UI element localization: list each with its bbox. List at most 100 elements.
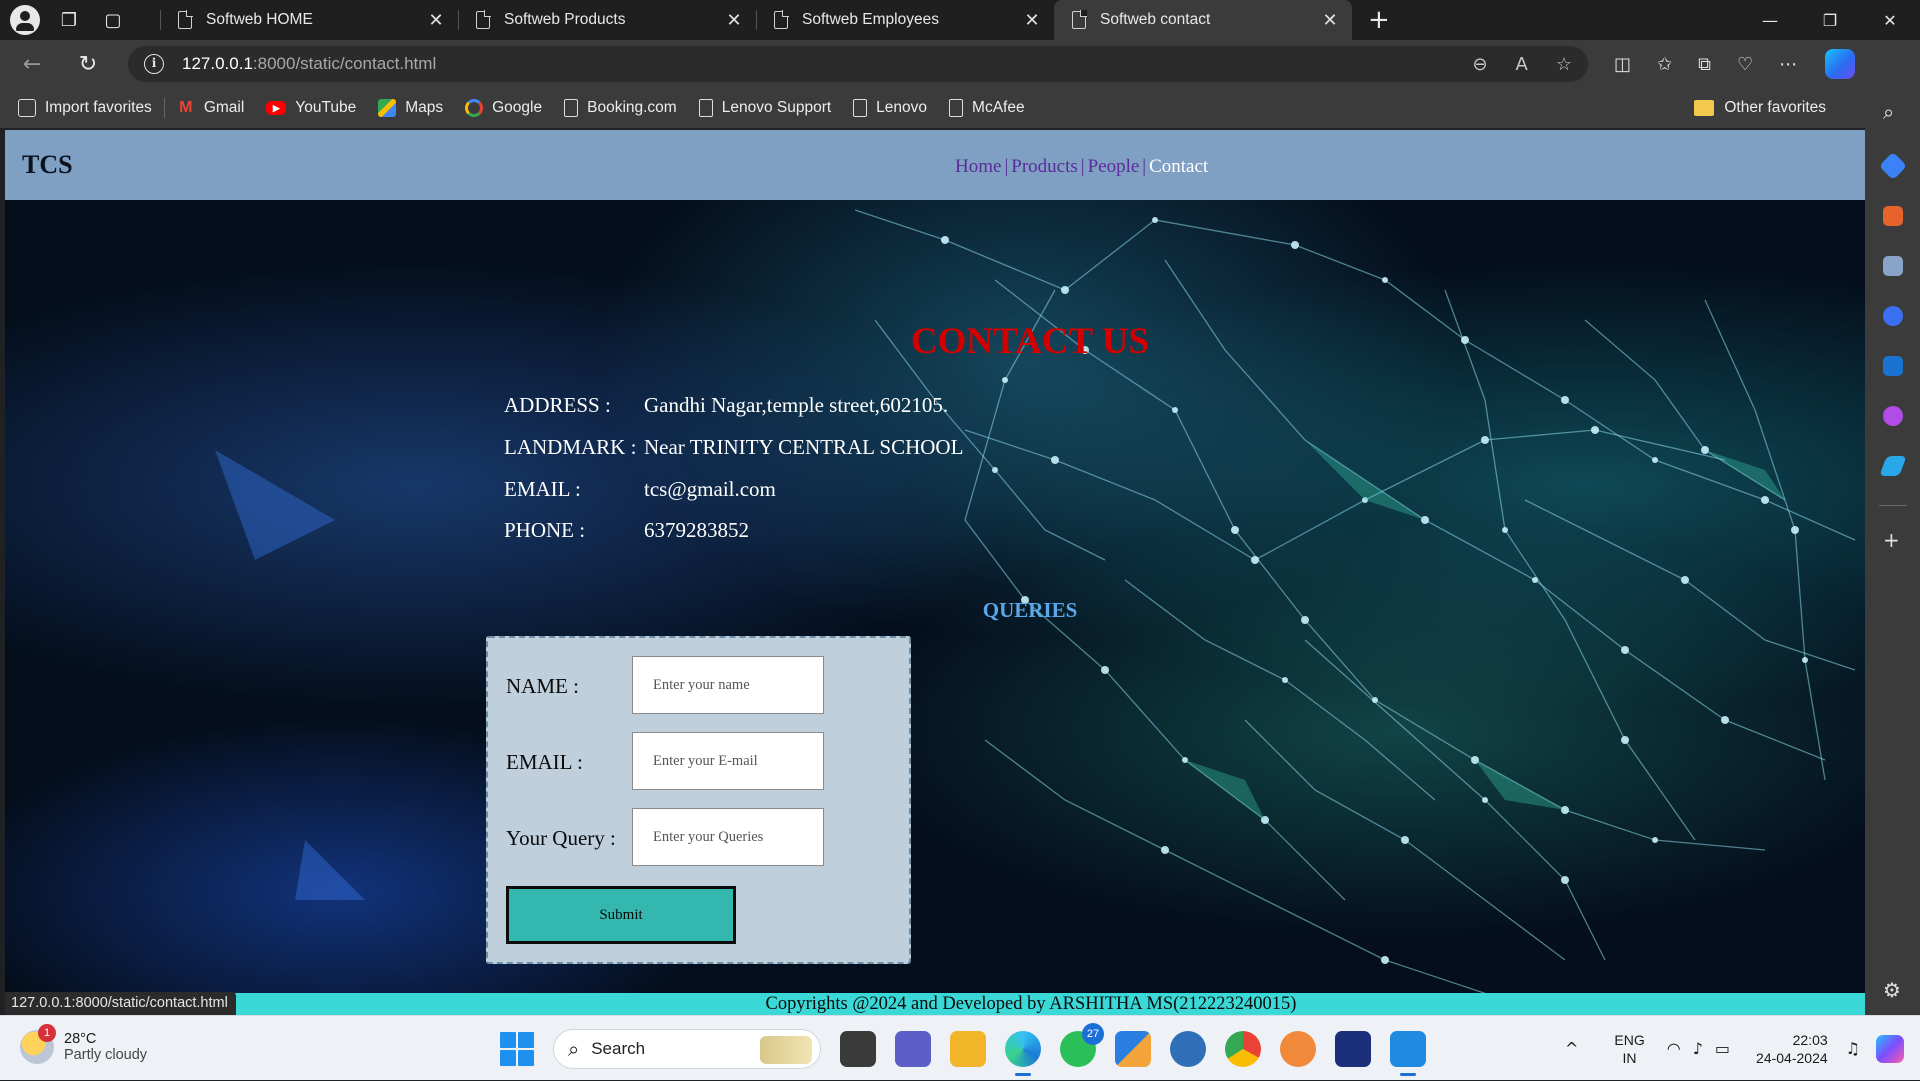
microsoft-store-icon[interactable] xyxy=(1115,1031,1151,1067)
email-label: EMAIL : xyxy=(506,750,583,774)
name-input[interactable] xyxy=(632,656,824,714)
favorite-youtube[interactable]: ▶ YouTube xyxy=(266,99,356,117)
browser-toolbar: ◫ ✩ ⧉ ♡ ⋯ xyxy=(1614,54,1797,75)
email-input[interactable] xyxy=(632,732,824,790)
favorite-lenovo[interactable]: Lenovo xyxy=(853,99,927,117)
sidebar-divider xyxy=(1879,505,1907,506)
tab-softweb-contact[interactable]: Softweb contact ✕ xyxy=(1054,0,1352,40)
site-logo[interactable]: TCS xyxy=(22,150,73,180)
tab-softweb-employees[interactable]: Softweb Employees ✕ xyxy=(756,0,1054,40)
close-tab-icon[interactable]: ✕ xyxy=(1022,10,1042,31)
new-tab-button[interactable]: + xyxy=(1368,5,1390,35)
add-sidebar-app-icon[interactable]: + xyxy=(1883,528,1900,552)
globe-app-icon[interactable] xyxy=(1170,1031,1206,1067)
workspaces-icon[interactable]: ❐ xyxy=(54,5,84,35)
close-window-icon[interactable]: ✕ xyxy=(1860,0,1920,40)
split-screen-icon[interactable]: ◫ xyxy=(1614,54,1631,75)
close-tab-icon[interactable]: ✕ xyxy=(724,10,744,31)
close-tab-icon[interactable]: ✕ xyxy=(1320,10,1340,31)
other-favorites[interactable]: Other favorites xyxy=(1694,88,1826,128)
clock[interactable]: 22:03 24-04-2024 xyxy=(1756,1031,1828,1067)
back-arrow-icon[interactable]: ← xyxy=(14,46,50,82)
tab-title: Softweb Products xyxy=(504,11,626,28)
gmail-icon: M xyxy=(179,99,193,116)
collections-icon[interactable]: ⧉ xyxy=(1698,54,1711,75)
teams-icon[interactable] xyxy=(895,1031,931,1067)
favorite-gmail[interactable]: M Gmail xyxy=(177,99,244,117)
favorite-maps[interactable]: Maps xyxy=(378,99,443,117)
edge-icon[interactable] xyxy=(1005,1031,1041,1076)
info-phone: PHONE : 6379283852 xyxy=(504,518,749,543)
vertical-tabs-icon[interactable]: ▢ xyxy=(98,5,128,35)
tab-softweb-home[interactable]: Softweb HOME ✕ xyxy=(160,0,458,40)
page-icon xyxy=(949,99,964,117)
profile-avatar-icon[interactable] xyxy=(10,5,40,35)
browser-essentials-icon[interactable]: ♡ xyxy=(1737,54,1753,75)
url-input[interactable]: i 127.0.0.1:8000/static/contact.html ⊖ A… xyxy=(128,46,1588,82)
copilot-preview-icon[interactable] xyxy=(1876,1034,1904,1063)
zoom-icon[interactable]: ⊖ xyxy=(1472,54,1487,75)
favorite-booking[interactable]: Booking.com xyxy=(564,99,677,117)
microsoft-365-icon[interactable] xyxy=(1883,306,1903,326)
page-icon xyxy=(178,10,193,29)
outlook-icon[interactable] xyxy=(1883,356,1903,376)
favorite-label: Booking.com xyxy=(587,99,677,116)
site-info-icon[interactable]: i xyxy=(144,54,164,74)
favorite-star-icon[interactable]: ☆ xyxy=(1556,54,1572,75)
nav-link-contact[interactable]: Contact xyxy=(1149,156,1208,177)
sidebar-settings-icon[interactable]: ⚙ xyxy=(1883,978,1901,1002)
favorite-label: Maps xyxy=(405,99,444,116)
weather-description: Partly cloudy xyxy=(64,1047,148,1063)
url-host: 127.0.0.1 xyxy=(182,54,253,73)
edge-sidebar: ⌕ + ⚙ xyxy=(1865,88,1920,1015)
language-indicator[interactable]: ENG IN xyxy=(1614,1031,1644,1067)
reload-icon[interactable]: ↻ xyxy=(70,46,106,82)
favorites-bar: Import favorites M Gmail ▶ YouTube Maps Go… xyxy=(0,88,1920,128)
nav-link-home[interactable]: Home xyxy=(955,156,1001,177)
quick-settings[interactable]: ◠ ♪ ▭ xyxy=(1667,1039,1730,1058)
more-menu-icon[interactable]: ⋯ xyxy=(1779,54,1797,75)
favorite-mcafee[interactable]: McAfee xyxy=(949,99,1025,117)
sidebar-search-icon[interactable]: ⌕ xyxy=(1883,100,1894,124)
file-explorer-icon[interactable] xyxy=(950,1031,986,1067)
info-value: tcs@gmail.com xyxy=(644,477,776,501)
restore-icon[interactable]: ❐ xyxy=(1800,0,1860,40)
chevron-up-icon[interactable]: ^ xyxy=(1565,1039,1578,1058)
task-view-icon[interactable] xyxy=(840,1031,876,1067)
minimize-icon[interactable]: — xyxy=(1740,0,1800,40)
youtube-icon: ▶ xyxy=(266,101,287,115)
nav-link-products[interactable]: Products xyxy=(1011,156,1078,177)
contact-us-heading: CONTACT US xyxy=(910,321,1150,362)
jupyter-icon[interactable] xyxy=(1280,1031,1316,1067)
notification-bell-icon[interactable]: ♫ xyxy=(1846,1039,1860,1058)
favorites-icon[interactable]: ✩ xyxy=(1657,54,1672,75)
designer-icon[interactable] xyxy=(1883,406,1903,426)
vscode-icon[interactable] xyxy=(1390,1031,1426,1076)
wifi-icon: ◠ xyxy=(1666,1039,1681,1058)
copilot-icon[interactable] xyxy=(1825,49,1856,79)
nav-link-people[interactable]: People xyxy=(1088,156,1140,177)
search-highlight-image xyxy=(760,1036,812,1064)
window-controls: — ❐ ✕ xyxy=(1740,0,1920,40)
page-icon xyxy=(853,99,868,117)
tab-softweb-products[interactable]: Softweb Products ✕ xyxy=(458,0,756,40)
partly-cloudy-icon: 1 xyxy=(20,1024,56,1064)
whatsapp-icon[interactable]: 27 xyxy=(1060,1023,1104,1067)
l-app-icon[interactable] xyxy=(1335,1031,1371,1067)
submit-button[interactable]: Submit xyxy=(506,886,736,944)
favorite-lenovo-support[interactable]: Lenovo Support xyxy=(698,99,831,117)
games-icon[interactable] xyxy=(1883,256,1903,276)
read-aloud-icon[interactable]: A xyxy=(1516,54,1528,75)
page-viewport: TCS Home | Products | People | Contact CONTACT… xyxy=(5,130,1865,1015)
close-tab-icon[interactable]: ✕ xyxy=(426,10,446,31)
tools-icon[interactable] xyxy=(1883,206,1903,226)
send-icon[interactable] xyxy=(1879,456,1907,476)
query-input[interactable] xyxy=(632,808,824,866)
taskbar-search[interactable]: ⌕ Search xyxy=(553,1029,821,1069)
windows-start-icon[interactable] xyxy=(500,1032,534,1066)
shopping-tag-icon[interactable] xyxy=(1878,151,1908,181)
chrome-icon[interactable] xyxy=(1225,1031,1261,1067)
favorite-google[interactable]: Google xyxy=(465,99,542,117)
favorite-import[interactable]: Import favorites xyxy=(18,99,152,117)
weather-widget[interactable]: 1 28°C Partly cloudy xyxy=(20,1024,148,1064)
